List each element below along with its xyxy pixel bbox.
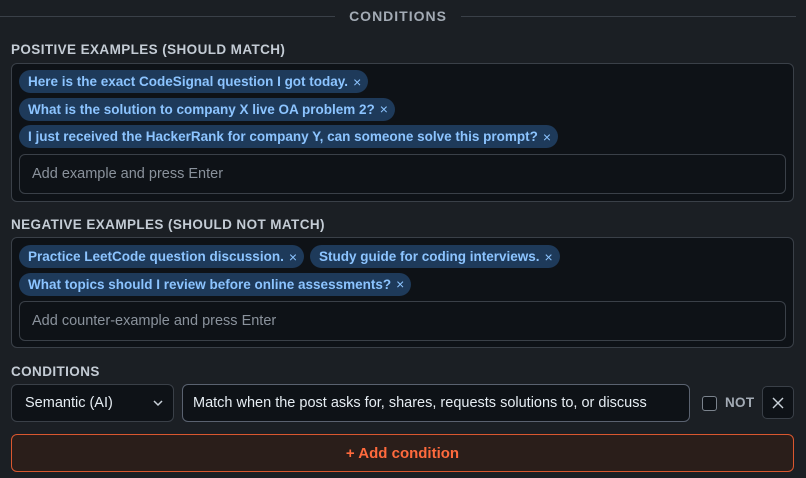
positive-examples-box: Here is the exact CodeSignal question I …: [11, 63, 794, 202]
not-checkbox[interactable]: [702, 396, 717, 411]
close-icon: [772, 397, 784, 408]
condition-type-value: Semantic (AI): [25, 395, 113, 411]
chip-label: Study guide for coding interviews.: [319, 249, 540, 264]
positive-chip-list: Here is the exact CodeSignal question I …: [19, 70, 786, 153]
chip-remove-icon[interactable]: ×: [396, 277, 404, 291]
divider: [0, 15, 336, 17]
chip-remove-icon[interactable]: ×: [353, 75, 361, 89]
counter-example-chip: What topics should I review before onlin…: [19, 272, 412, 296]
chip-remove-icon[interactable]: ×: [380, 102, 388, 116]
example-chip: Here is the exact CodeSignal question I …: [19, 70, 369, 93]
not-label: NOT: [725, 395, 755, 410]
chip-label: What is the solution to company X live O…: [28, 101, 375, 117]
chevron-down-icon: [153, 400, 163, 407]
counter-example-chip: Study guide for coding interviews. ×: [310, 245, 560, 268]
section-title: CONDITIONS: [349, 8, 447, 24]
condition-row: Semantic (AI) Match when the post asks f…: [11, 384, 794, 422]
section-header: CONDITIONS: [0, 6, 806, 26]
example-chip: I just received the HackerRank for compa…: [19, 125, 559, 148]
condition-text-input[interactable]: Match when the post asks for, shares, re…: [182, 384, 690, 422]
add-example-input[interactable]: Add example and press Enter: [19, 154, 786, 194]
chip-label: Here is the exact CodeSignal question I …: [28, 74, 349, 89]
chip-remove-icon[interactable]: ×: [543, 130, 551, 144]
add-counter-example-input[interactable]: Add counter-example and press Enter: [19, 301, 786, 341]
conditions-label: CONDITIONS: [11, 364, 100, 379]
chip-label: I just received the HackerRank for compa…: [28, 129, 538, 144]
positive-examples-label: POSITIVE EXAMPLES (SHOULD MATCH): [11, 42, 286, 57]
chip-remove-icon[interactable]: ×: [289, 250, 297, 264]
conditions-panel: CONDITIONS POSITIVE EXAMPLES (SHOULD MAT…: [0, 0, 806, 478]
negative-examples-box: Practice LeetCode question discussion. ×…: [11, 237, 794, 348]
remove-condition-button[interactable]: [762, 386, 794, 419]
add-condition-button[interactable]: + Add condition: [11, 434, 794, 472]
condition-type-select[interactable]: Semantic (AI): [11, 384, 174, 422]
divider: [460, 15, 797, 17]
chip-label: What topics should I review before onlin…: [28, 276, 392, 292]
negative-examples-label: NEGATIVE EXAMPLES (SHOULD NOT MATCH): [11, 217, 325, 232]
counter-example-chip: Practice LeetCode question discussion. ×: [19, 245, 305, 268]
negative-chip-list: Practice LeetCode question discussion. ×…: [19, 245, 786, 300]
chip-remove-icon[interactable]: ×: [545, 250, 553, 264]
example-chip: What is the solution to company X live O…: [19, 97, 395, 121]
chip-label: Practice LeetCode question discussion.: [28, 249, 284, 264]
